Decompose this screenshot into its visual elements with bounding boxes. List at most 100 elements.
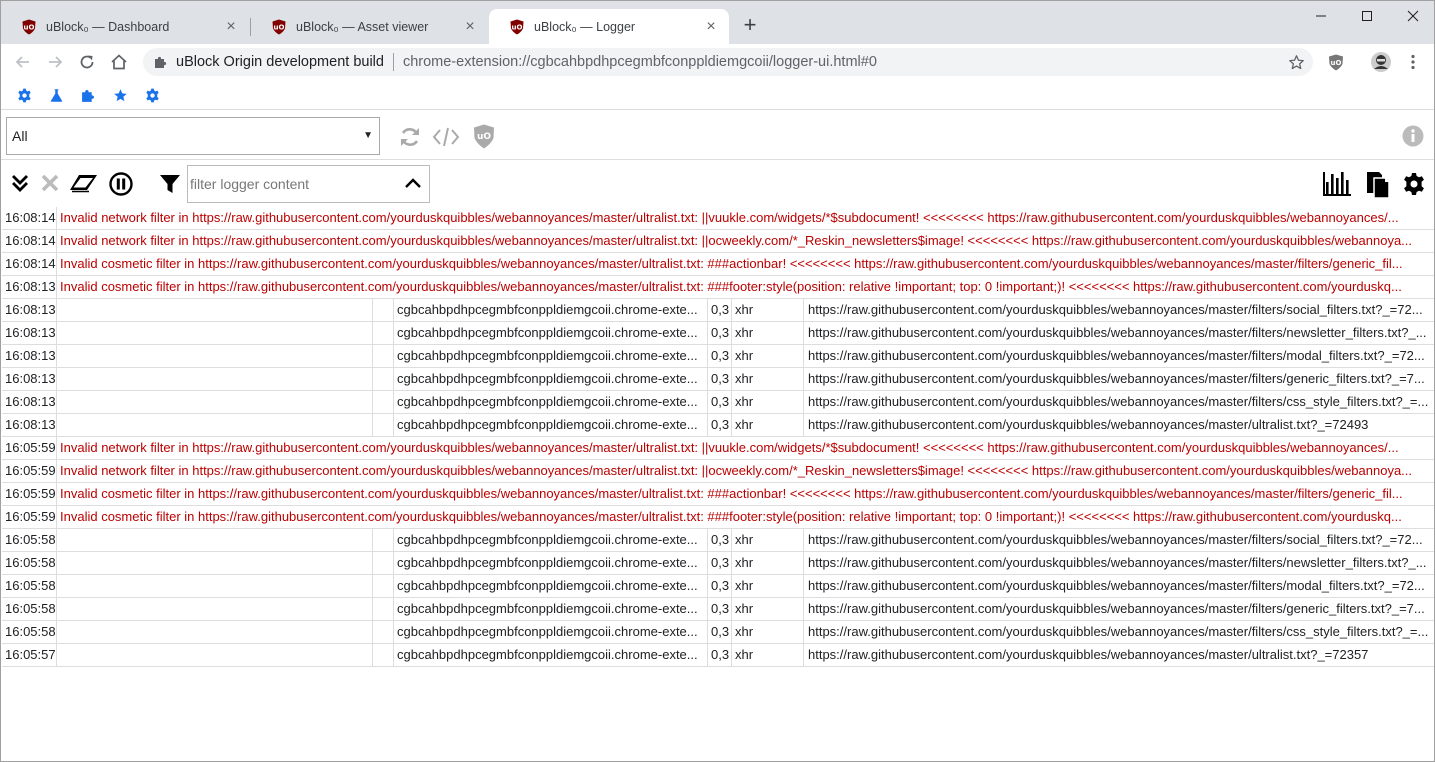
popup-panel-button[interactable]: uO bbox=[472, 123, 496, 150]
pause-button[interactable] bbox=[108, 171, 133, 196]
bookmark-settings-2[interactable] bbox=[143, 86, 161, 104]
log-result-cell bbox=[373, 598, 394, 620]
reload-button[interactable] bbox=[75, 50, 99, 74]
clear-button[interactable] bbox=[39, 172, 61, 194]
log-context: cgbcahbpdhpcegmbfconppldiemgcoii.chrome-… bbox=[394, 368, 708, 390]
info-button[interactable] bbox=[1402, 125, 1424, 147]
log-request-row[interactable]: 16:05:58 cgbcahbpdhpcegmbfconppldiemgcoii… bbox=[2, 529, 1434, 552]
bookmark-extensions[interactable] bbox=[79, 86, 97, 104]
pause-icon bbox=[108, 171, 133, 196]
log-context: cgbcahbpdhpcegmbfconppldiemgcoii.chrome-… bbox=[394, 299, 708, 321]
dropdown-arrow-icon: ▼ bbox=[363, 130, 373, 141]
log-time: 16:08:14 bbox=[2, 253, 57, 275]
log-type: xhr bbox=[732, 345, 804, 367]
filter-button[interactable] bbox=[158, 172, 182, 196]
bookmark-star[interactable] bbox=[111, 86, 129, 104]
log-party: 0,3 bbox=[708, 644, 732, 666]
log-party: 0,3 bbox=[708, 299, 732, 321]
settings-button[interactable] bbox=[1401, 171, 1427, 197]
log-message: Invalid network filter in https://raw.gi… bbox=[60, 233, 1413, 248]
filter-box bbox=[187, 165, 430, 203]
bookmark-star-icon[interactable] bbox=[1288, 54, 1305, 71]
log-error-row[interactable]: 16:05:59 Invalid cosmetic filter in https… bbox=[2, 506, 1434, 529]
log-filter-cell bbox=[57, 575, 373, 597]
log-request-row[interactable]: 16:05:57 cgbcahbpdhpcegmbfconppldiemgcoii… bbox=[2, 644, 1434, 667]
tab-close-button[interactable]: × bbox=[703, 18, 719, 35]
log-time: 16:05:59 bbox=[2, 460, 57, 482]
svg-text:uO: uO bbox=[24, 23, 35, 31]
log-error-row[interactable]: 16:05:59 Invalid network filter in https:… bbox=[2, 437, 1434, 460]
tab-dashboard[interactable]: uO uBlock₀ — Dashboard × bbox=[1, 9, 249, 44]
tab-logger[interactable]: uO uBlock₀ — Logger × bbox=[489, 9, 729, 44]
profile-avatar-button[interactable] bbox=[1369, 50, 1393, 74]
scroll-to-bottom-button[interactable] bbox=[9, 172, 31, 194]
eraser-button[interactable] bbox=[69, 172, 99, 194]
ublock-shield-icon: uO bbox=[509, 19, 525, 35]
bookmark-flask[interactable] bbox=[47, 86, 65, 104]
log-url: https://raw.githubusercontent.com/yourdu… bbox=[808, 601, 1425, 616]
close-window-button[interactable] bbox=[1390, 5, 1434, 27]
log-type: xhr bbox=[732, 391, 804, 413]
log-filter-cell bbox=[57, 414, 373, 436]
log-type: xhr bbox=[732, 575, 804, 597]
new-tab-button[interactable]: + bbox=[738, 14, 762, 38]
log-request-row[interactable]: 16:05:58 cgbcahbpdhpcegmbfconppldiemgcoii… bbox=[2, 575, 1434, 598]
log-error-row[interactable]: 16:08:14 Invalid cosmetic filter in https… bbox=[2, 253, 1434, 276]
log-request-row[interactable]: 16:08:13 cgbcahbpdhpcegmbfconppldiemgcoii… bbox=[2, 299, 1434, 322]
log-url: https://raw.githubusercontent.com/yourdu… bbox=[808, 371, 1425, 386]
chevron-up-icon bbox=[405, 178, 421, 188]
log-request-row[interactable]: 16:08:13 cgbcahbpdhpcegmbfconppldiemgcoii… bbox=[2, 414, 1434, 437]
log-time: 16:08:13 bbox=[2, 414, 57, 436]
address-bar[interactable]: uBlock Origin development build chrome-e… bbox=[143, 48, 1313, 76]
home-button[interactable] bbox=[107, 50, 131, 74]
log-request-row[interactable]: 16:05:58 cgbcahbpdhpcegmbfconppldiemgcoii… bbox=[2, 552, 1434, 575]
log-context: cgbcahbpdhpcegmbfconppldiemgcoii.chrome-… bbox=[394, 598, 708, 620]
tab-close-button[interactable]: × bbox=[223, 18, 239, 35]
forward-button[interactable] bbox=[43, 50, 67, 74]
code-icon bbox=[432, 127, 460, 147]
minimize-button[interactable] bbox=[1298, 5, 1344, 27]
tab-asset-viewer[interactable]: uO uBlock₀ — Asset viewer × bbox=[251, 9, 488, 44]
logger-table: 16:08:14 Invalid network filter in https:… bbox=[2, 207, 1434, 667]
log-party: 0,3 bbox=[708, 621, 732, 643]
maximize-button[interactable] bbox=[1344, 5, 1390, 27]
browser-toolbar: uBlock Origin development build chrome-e… bbox=[1, 44, 1434, 80]
log-type: xhr bbox=[732, 322, 804, 344]
log-result-cell bbox=[373, 368, 394, 390]
log-error-row[interactable]: 16:08:14 Invalid network filter in https:… bbox=[2, 230, 1434, 253]
log-error-row[interactable]: 16:05:59 Invalid cosmetic filter in https… bbox=[2, 483, 1434, 506]
log-time: 16:05:58 bbox=[2, 575, 57, 597]
log-time: 16:05:59 bbox=[2, 483, 57, 505]
log-request-row[interactable]: 16:08:13 cgbcahbpdhpcegmbfconppldiemgcoii… bbox=[2, 391, 1434, 414]
extension-puzzle-icon bbox=[154, 55, 168, 69]
browser-menu-button[interactable] bbox=[1401, 50, 1425, 74]
log-time: 16:05:58 bbox=[2, 552, 57, 574]
tab-selector[interactable]: All ▼ bbox=[6, 117, 380, 155]
log-request-row[interactable]: 16:08:13 cgbcahbpdhpcegmbfconppldiemgcoii… bbox=[2, 322, 1434, 345]
eraser-icon bbox=[70, 175, 97, 193]
filter-expander-button[interactable] bbox=[404, 176, 422, 190]
log-request-row[interactable]: 16:05:58 cgbcahbpdhpcegmbfconppldiemgcoii… bbox=[2, 598, 1434, 621]
log-error-row[interactable]: 16:08:14 Invalid network filter in https:… bbox=[2, 207, 1434, 230]
export-button[interactable] bbox=[1363, 169, 1391, 199]
dom-inspector-button[interactable] bbox=[432, 124, 460, 150]
puzzle-icon bbox=[81, 89, 94, 102]
log-type: xhr bbox=[732, 598, 804, 620]
tab-close-button[interactable]: × bbox=[462, 18, 478, 35]
address-origin: uBlock Origin development build bbox=[176, 54, 384, 70]
bookmark-settings[interactable] bbox=[15, 86, 33, 104]
logger-toolbar bbox=[1, 159, 1434, 207]
back-button[interactable] bbox=[11, 50, 35, 74]
refresh-button[interactable] bbox=[397, 124, 423, 150]
stats-button[interactable] bbox=[1322, 171, 1352, 197]
log-error-row[interactable]: 16:08:13 Invalid cosmetic filter in https… bbox=[2, 276, 1434, 299]
log-context: cgbcahbpdhpcegmbfconppldiemgcoii.chrome-… bbox=[394, 322, 708, 344]
log-error-row[interactable]: 16:05:59 Invalid network filter in https:… bbox=[2, 460, 1434, 483]
log-type: xhr bbox=[732, 644, 804, 666]
ublock-extension-button[interactable]: uO bbox=[1324, 50, 1348, 74]
log-time: 16:05:57 bbox=[2, 644, 57, 666]
filter-input[interactable] bbox=[188, 169, 388, 199]
log-request-row[interactable]: 16:08:13 cgbcahbpdhpcegmbfconppldiemgcoii… bbox=[2, 345, 1434, 368]
log-request-row[interactable]: 16:08:13 cgbcahbpdhpcegmbfconppldiemgcoii… bbox=[2, 368, 1434, 391]
log-request-row[interactable]: 16:05:58 cgbcahbpdhpcegmbfconppldiemgcoii… bbox=[2, 621, 1434, 644]
